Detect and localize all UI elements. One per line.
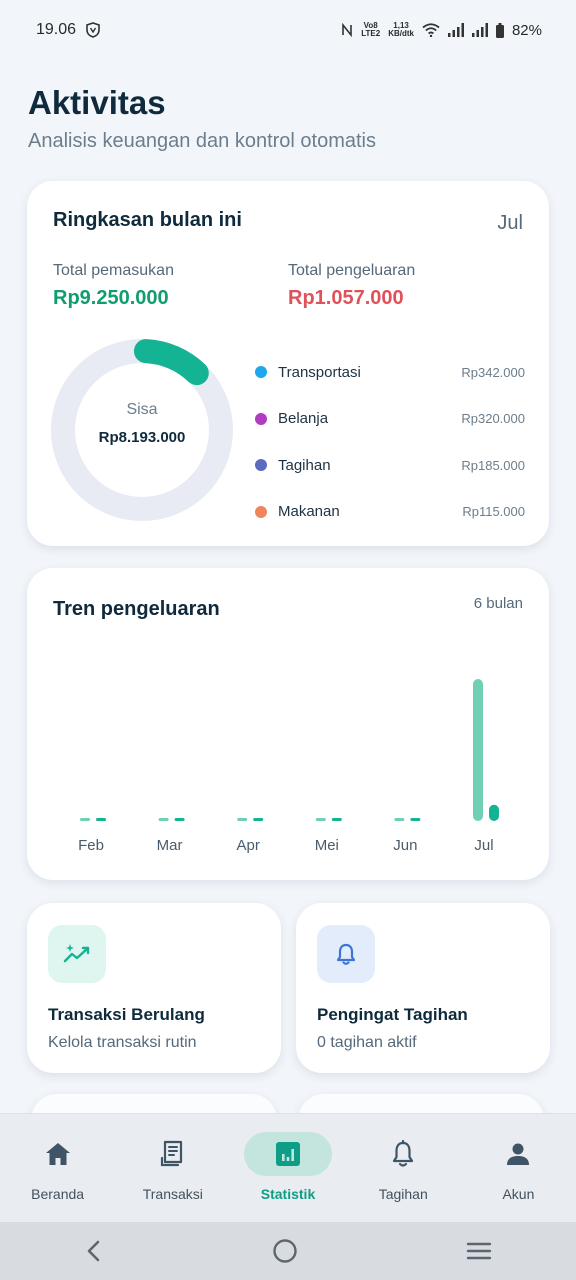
- feature-subtitle: Kelola transaksi rutin: [48, 1034, 197, 1051]
- bell-icon: [393, 1140, 414, 1167]
- page-subtitle: Analisis keuangan dan kontrol otomatis: [28, 130, 376, 152]
- feature-icon-box: [317, 925, 375, 983]
- battery-icon: [495, 22, 504, 38]
- signal-icon: [447, 23, 464, 37]
- category-name: Tagihan: [278, 456, 331, 474]
- legend-dot: [255, 412, 267, 425]
- nav-account[interactable]: Akun: [461, 1114, 576, 1222]
- remaining-donut-chart: Sisa Rp8.193.000: [49, 337, 235, 523]
- nav-label: Tagihan: [378, 1186, 428, 1202]
- legend-dot: [255, 459, 267, 472]
- category-value: Rp115.000: [462, 504, 525, 520]
- shield-icon: [86, 22, 100, 38]
- nav-icon-wrap: [129, 1132, 217, 1176]
- month-tick-label: Mar: [157, 837, 183, 854]
- nav-bills[interactable]: Tagihan: [346, 1114, 461, 1222]
- network-speed: 1,13 KB/dtk: [388, 21, 414, 38]
- income-label: Total pemasukan: [53, 262, 174, 279]
- trend-bar: [315, 818, 326, 821]
- trend-bar: [394, 818, 405, 821]
- category-name: Makanan: [278, 503, 340, 521]
- category-value: Rp342.000: [461, 364, 525, 380]
- receipt-icon: [160, 1140, 182, 1167]
- nav-label: Akun: [502, 1186, 535, 1202]
- trend-bar: [473, 679, 483, 821]
- trend-bar: [253, 818, 264, 821]
- nav-icon-wrap: [14, 1132, 102, 1176]
- legend-item: Makanan Rp115.000: [255, 489, 525, 536]
- feature-subtitle: 0 tagihan aktif: [317, 1034, 417, 1051]
- spending-trend-card: Tren pengeluaran 6 bulan Feb Mar Apr Mei Jun…: [27, 568, 549, 880]
- category-name: Belanja: [278, 410, 329, 428]
- bell-icon: [336, 943, 356, 965]
- month-selector[interactable]: Jul: [497, 212, 523, 235]
- nav-icon-wrap: [359, 1132, 447, 1176]
- month-tick-label: Jul: [474, 837, 493, 854]
- recurring-transactions-card[interactable]: Transaksi Berulang Kelola transaksi ruti…: [27, 903, 281, 1073]
- chart-icon: [276, 1142, 300, 1166]
- nav-icon-wrap: [474, 1132, 562, 1176]
- remaining-value: Rp8.193.000: [98, 429, 186, 446]
- feature-title: Pengingat Tagihan: [317, 1005, 468, 1024]
- sparkle-trend-icon: [63, 944, 90, 963]
- back-icon[interactable]: [84, 1239, 104, 1263]
- bottom-navigation: Beranda Transaksi Statistik Tagihan Akun: [0, 1113, 576, 1222]
- lte-indicator: Vo8 LTE2: [361, 21, 381, 38]
- nav-label: Statistik: [260, 1186, 316, 1202]
- month-tick-label: Feb: [78, 837, 104, 854]
- trend-bar: [158, 818, 169, 821]
- remaining-label: Sisa: [126, 401, 158, 418]
- legend-item: Transportasi Rp342.000: [255, 349, 525, 396]
- nav-icon-wrap: [244, 1132, 332, 1176]
- trend-bar: [331, 818, 342, 821]
- trend-bar: [410, 818, 421, 821]
- battery-level: 82%: [511, 21, 542, 39]
- trend-bar: [80, 818, 90, 821]
- income-value: Rp9.250.000: [53, 287, 169, 309]
- status-bar: 19.06 Vo8 LTE2 1,13 KB/dtk 82%: [0, 0, 576, 60]
- wifi-icon: [422, 23, 440, 37]
- legend-item: Belanja Rp320.000: [255, 396, 525, 443]
- category-name: Transportasi: [278, 363, 361, 381]
- person-icon: [507, 1143, 530, 1165]
- trend-bar: [489, 804, 499, 821]
- recents-menu-icon[interactable]: [466, 1240, 492, 1262]
- trend-bar: [237, 818, 248, 821]
- category-value: Rp320.000: [461, 411, 525, 427]
- status-time: 19.06: [36, 21, 77, 38]
- bill-reminder-card[interactable]: Pengingat Tagihan 0 tagihan aktif: [296, 903, 550, 1073]
- month-tick-label: Mei: [315, 837, 339, 854]
- category-legend: Transportasi Rp342.000 Belanja Rp320.000…: [255, 349, 525, 535]
- nav-home[interactable]: Beranda: [0, 1114, 115, 1222]
- nav-statistics[interactable]: Statistik: [230, 1114, 345, 1222]
- legend-dot: [255, 505, 267, 518]
- nfc-icon: [342, 23, 353, 37]
- nav-label: Transaksi: [142, 1186, 203, 1202]
- expense-label: Total pengeluaran: [288, 262, 416, 279]
- feature-title: Transaksi Berulang: [48, 1005, 205, 1024]
- trend-bar-chart: Feb Mar Apr Mei Jun Jul: [78, 679, 499, 854]
- system-navigation-bar: [0, 1222, 576, 1280]
- legend-dot: [255, 366, 267, 379]
- trend-bar: [96, 818, 106, 821]
- category-value: Rp185.000: [461, 457, 525, 473]
- trend-bar: [174, 818, 185, 821]
- feature-icon-box: [48, 925, 106, 983]
- nav-transactions[interactable]: Transaksi: [115, 1114, 230, 1222]
- legend-item: Tagihan Rp185.000: [255, 442, 525, 489]
- home-icon: [45, 1143, 70, 1165]
- nav-label: Beranda: [31, 1186, 85, 1202]
- expense-value: Rp1.057.000: [288, 287, 404, 309]
- signal-icon: [471, 23, 488, 37]
- spent-arc: [133, 339, 209, 386]
- home-button-icon[interactable]: [272, 1238, 298, 1264]
- page-title: Aktivitas: [28, 84, 166, 121]
- monthly-summary-card: Ringkasan bulan ini Jul Total pemasukan …: [27, 181, 549, 546]
- month-tick-label: Jun: [393, 837, 417, 854]
- summary-title: Ringkasan bulan ini: [53, 209, 242, 231]
- month-tick-label: Apr: [237, 837, 260, 854]
